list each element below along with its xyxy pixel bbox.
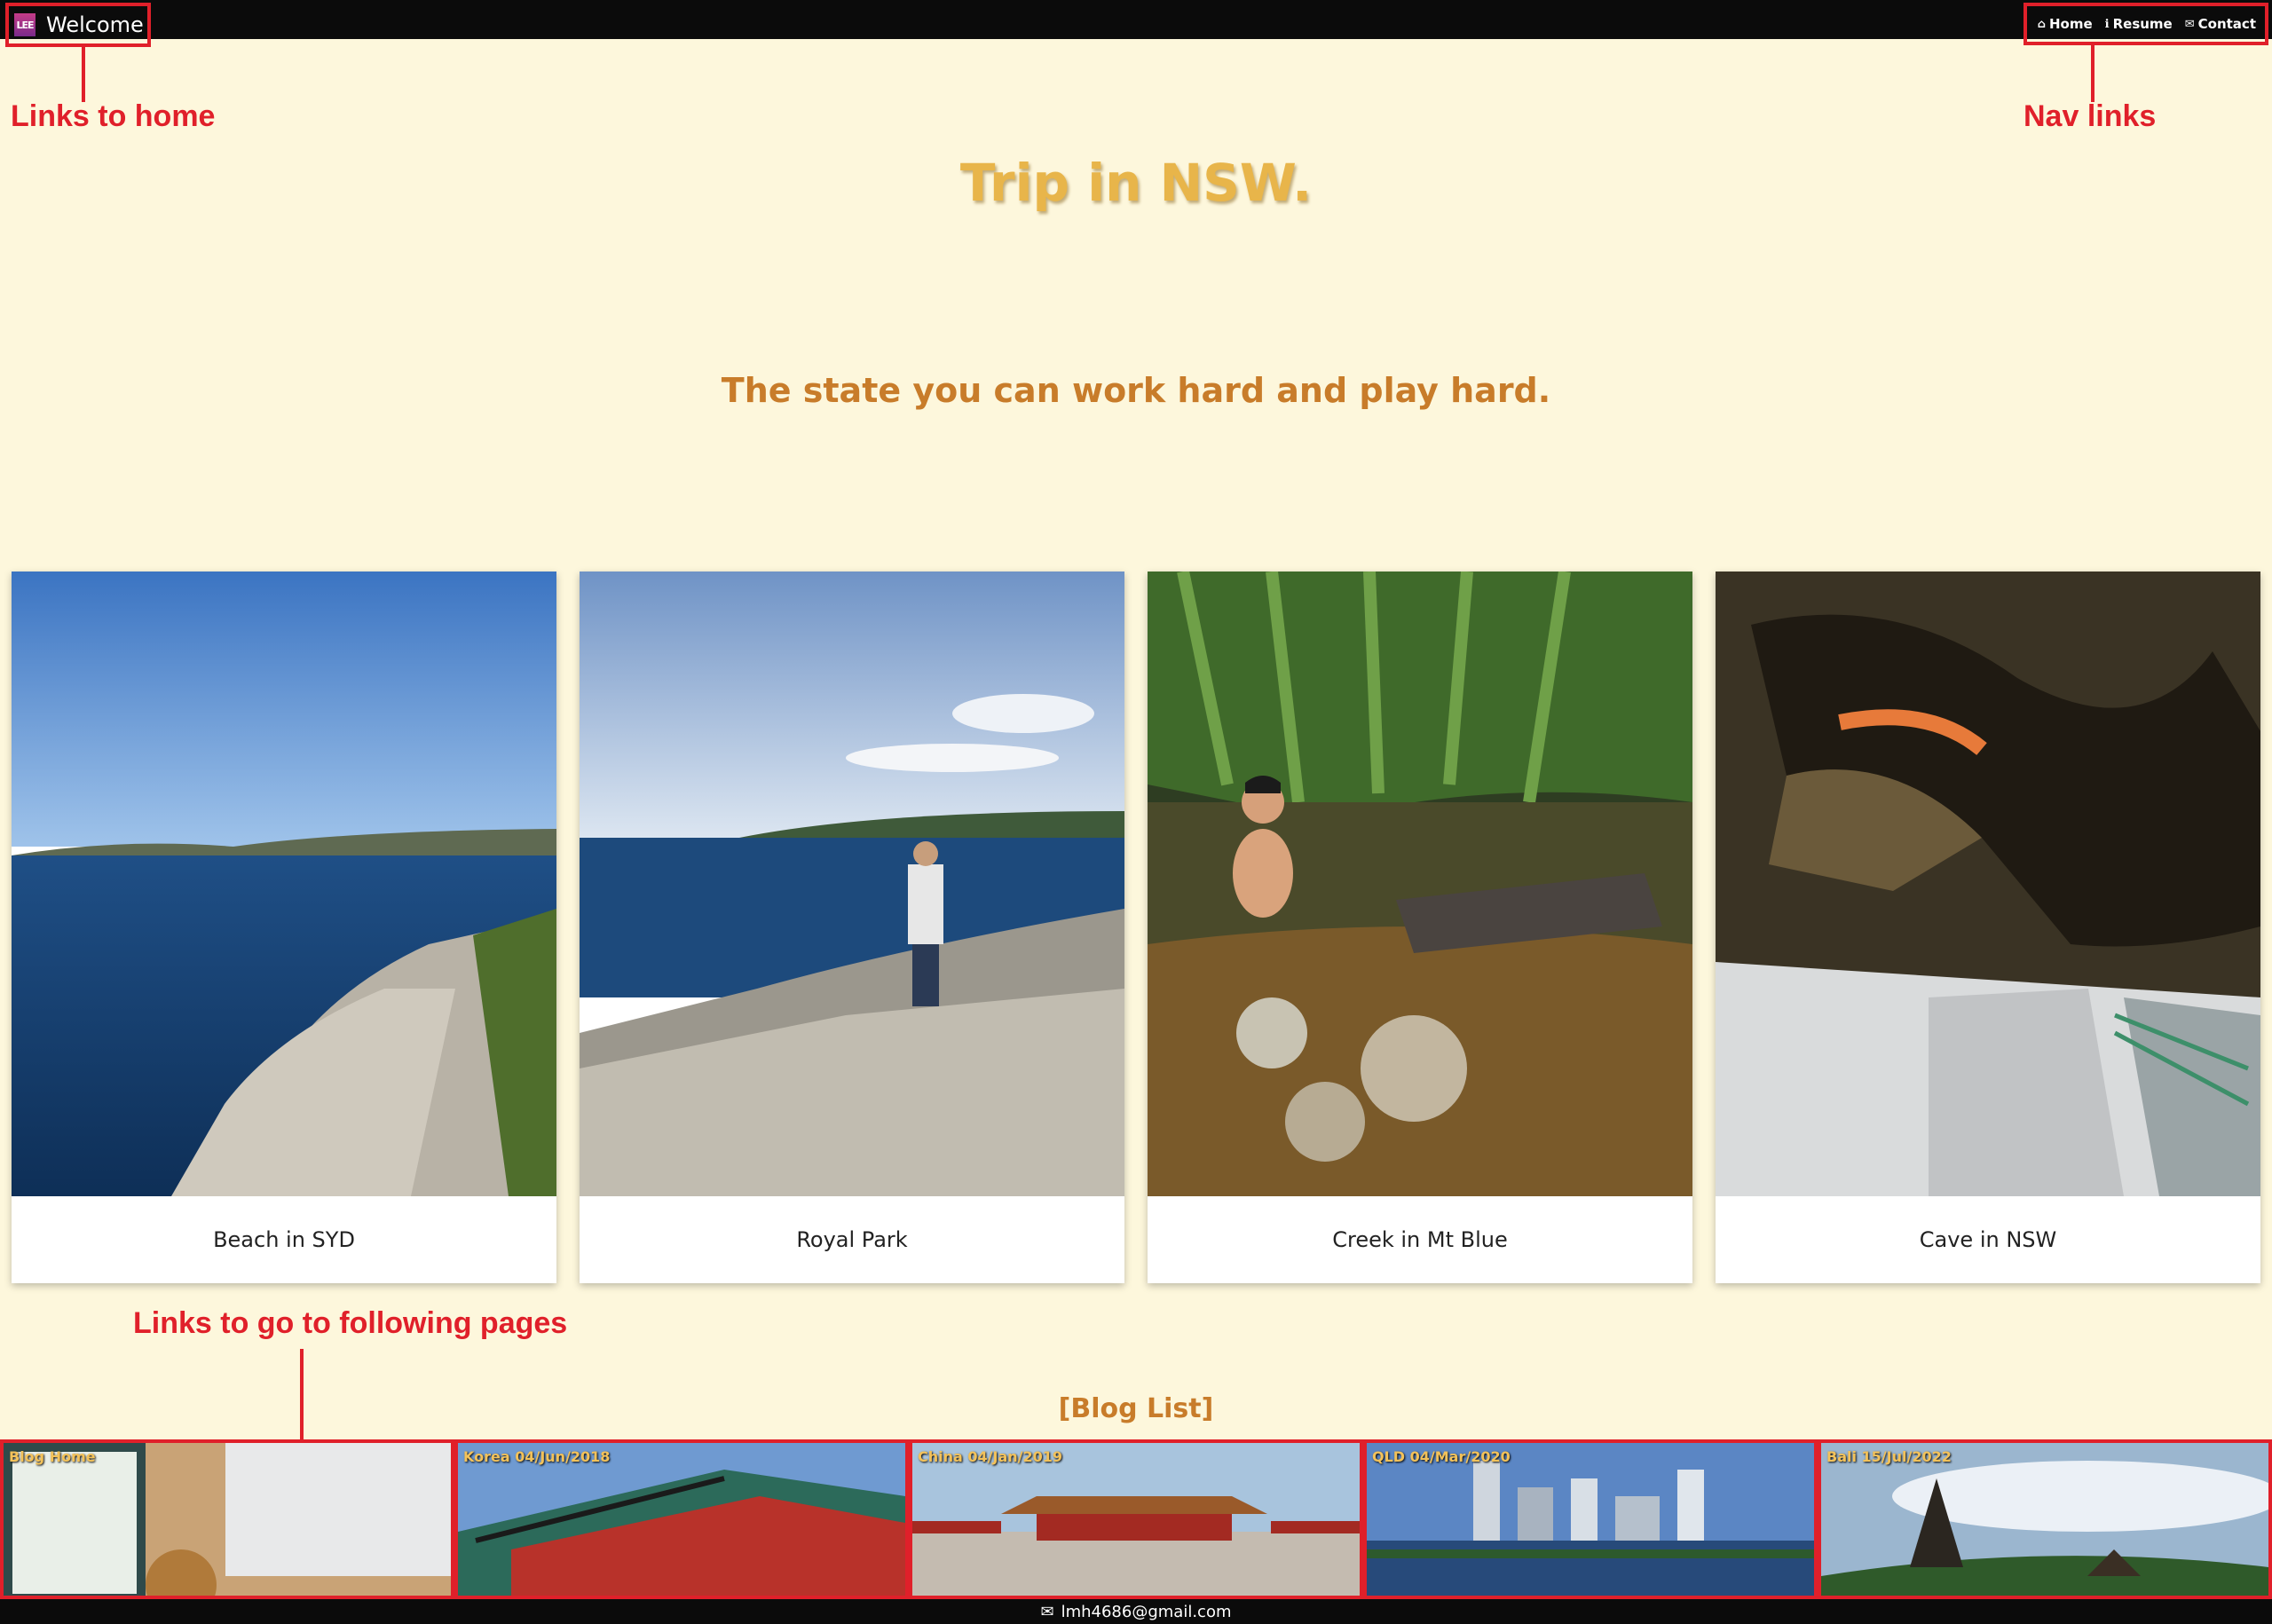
blog-tile-china[interactable]: China 04/Jan/2019 [909, 1439, 1363, 1599]
home-icon: ⌂ [2037, 17, 2046, 31]
beach-photo [12, 572, 556, 1196]
blog-tile-label: Blog Home [9, 1448, 96, 1465]
card-caption: Beach in SYD [213, 1227, 355, 1252]
blog-list-title: [Blog List] [1058, 1393, 1214, 1424]
footer-email-link[interactable]: lmh4686@gmail.com [1061, 1603, 1232, 1621]
cave-photo [1716, 572, 2260, 1196]
creek-photo [1148, 572, 1692, 1196]
bali-temple-image [1821, 1443, 2268, 1596]
nav-resume-link[interactable]: ℹ Resume [2105, 16, 2173, 32]
desk-keyboard-image [4, 1443, 451, 1596]
brand-label: Welcome [46, 12, 144, 37]
blog-tile-label: Bali 15/Jul/2022 [1826, 1448, 1952, 1465]
page-title: Trip in NSW. [959, 153, 1313, 213]
photo-card-beach[interactable]: Beach in SYD [12, 572, 556, 1283]
nav-home-label: Home [2048, 16, 2093, 32]
nav-resume-label: Resume [2112, 16, 2173, 32]
card-caption: Royal Park [796, 1227, 908, 1252]
annotation-nav: Nav links [2024, 99, 2157, 133]
photo-card-creek[interactable]: Creek in Mt Blue [1148, 572, 1692, 1283]
annotation-line-home [82, 47, 85, 102]
page-subtitle: The state you can work hard and play har… [721, 371, 1551, 410]
blog-tile-bali[interactable]: Bali 15/Jul/2022 [1818, 1439, 2272, 1599]
nav-links: ⌂ Home ℹ Resume ✉ Contact [2024, 3, 2268, 45]
blog-tile-korea[interactable]: Korea 04/Jun/2018 [454, 1439, 909, 1599]
blog-links-strip: Blog Home Korea 04/Jun/2018 China 04/Jan… [0, 1439, 2272, 1599]
annotation-home: Links to home [11, 99, 216, 133]
photo-card-cave[interactable]: Cave in NSW [1716, 572, 2260, 1283]
korea-palace-image [458, 1443, 905, 1596]
card-caption: Creek in Mt Blue [1332, 1227, 1508, 1252]
footer: ✉ lmh4686@gmail.com [0, 1599, 2272, 1624]
blog-tile-home[interactable]: Blog Home [0, 1439, 454, 1599]
top-nav-bar [0, 0, 2272, 39]
blog-tile-label: China 04/Jan/2019 [918, 1448, 1062, 1465]
blog-tile-label: Korea 04/Jun/2018 [463, 1448, 611, 1465]
site-logo: LEE [14, 13, 36, 36]
nav-contact-label: Contact [2197, 16, 2256, 32]
annotation-line-nav [2091, 45, 2094, 102]
nav-home-link[interactable]: ⌂ Home [2038, 16, 2093, 32]
china-palace-image [912, 1443, 1360, 1596]
mail-icon: ✉ [1040, 1602, 1054, 1621]
nav-contact-link[interactable]: ✉ Contact [2185, 16, 2256, 32]
royal-park-photo [580, 572, 1124, 1196]
photo-card-royal-park[interactable]: Royal Park [580, 572, 1124, 1283]
mail-icon: ✉ [2184, 17, 2195, 31]
qld-city-image [1367, 1443, 1814, 1596]
info-icon: ℹ [2104, 17, 2110, 31]
blog-tile-label: QLD 04/Mar/2020 [1372, 1448, 1511, 1465]
home-brand-link[interactable]: LEE Welcome [5, 3, 151, 47]
annotation-following: Links to go to following pages [133, 1306, 568, 1340]
card-caption: Cave in NSW [1919, 1227, 2057, 1252]
blog-tile-qld[interactable]: QLD 04/Mar/2020 [1363, 1439, 1818, 1599]
